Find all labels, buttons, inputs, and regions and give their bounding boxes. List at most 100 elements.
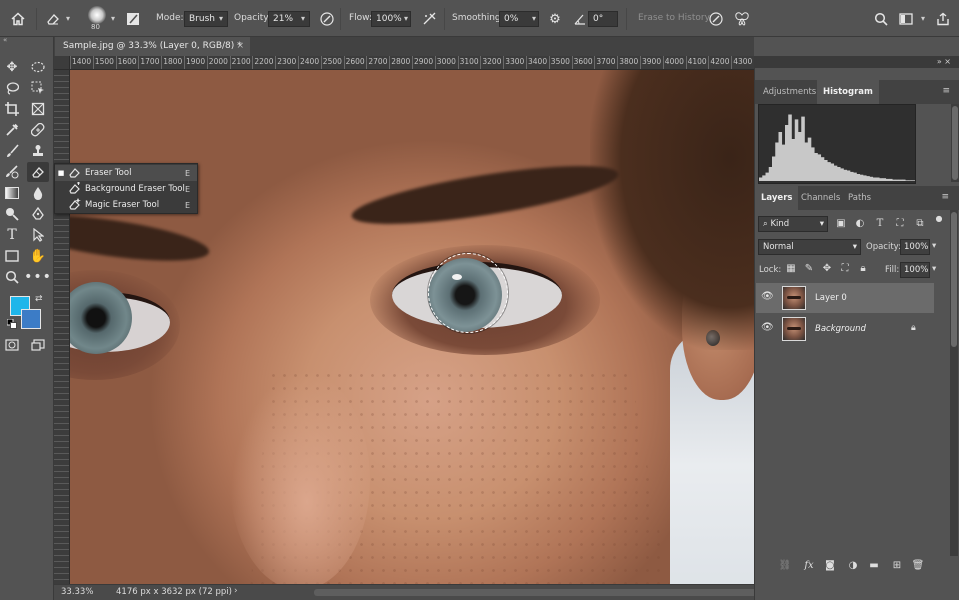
- panel-menu-icon[interactable]: ≡: [941, 192, 949, 202]
- link-layers-icon[interactable]: ⛓: [778, 560, 792, 571]
- layer-filter-select[interactable]: ⌕ Kind ▾: [758, 216, 828, 232]
- object-selection-tool-icon[interactable]: [27, 78, 49, 98]
- default-colors-icon[interactable]: [6, 318, 17, 329]
- blend-mode-select[interactable]: Normal ▾: [758, 239, 861, 255]
- flow-dropdown[interactable]: ▾: [400, 11, 412, 27]
- share-icon[interactable]: [934, 10, 952, 28]
- flyout-item-magic-eraser-tool[interactable]: Magic Eraser Tool E: [55, 197, 197, 213]
- document-tab[interactable]: Sample.jpg @ 33.3% (Layer 0, RGB/8) * ×: [55, 37, 250, 56]
- chevron-down-icon[interactable]: ▾: [932, 241, 936, 251]
- clone-stamp-tool-icon[interactable]: [27, 141, 49, 161]
- filter-toggle-icon[interactable]: ●: [932, 214, 946, 223]
- new-group-icon[interactable]: ▬: [867, 560, 881, 571]
- layer-name[interactable]: Layer 0: [815, 293, 847, 303]
- frame-tool-icon[interactable]: [27, 99, 49, 119]
- smoothing-dropdown[interactable]: ▾: [528, 11, 540, 27]
- histogram-scrollbar[interactable]: [951, 104, 959, 182]
- visibility-eye-icon[interactable]: 👁︎: [761, 322, 774, 333]
- collapse-toolbar-icon[interactable]: «: [0, 37, 54, 44]
- opacity-dropdown[interactable]: ▾: [297, 11, 309, 27]
- crop-tool-icon[interactable]: [1, 99, 23, 119]
- chevron-down-icon[interactable]: ▾: [932, 264, 936, 274]
- brush-tool-icon[interactable]: [1, 141, 23, 161]
- zoom-tool-icon[interactable]: [1, 267, 23, 287]
- path-selection-tool-icon[interactable]: [27, 225, 49, 245]
- background-color-swatch[interactable]: [21, 309, 41, 329]
- move-tool-icon[interactable]: ✥: [1, 57, 23, 77]
- horizontal-ruler[interactable]: 1400 1500 1600 1700 1800 1900 2000 2100 2200 2300…: [70, 56, 754, 70]
- pressure-size-icon[interactable]: [707, 10, 725, 28]
- lock-all-icon[interactable]: 🔒︎: [856, 263, 870, 274]
- lock-transparent-icon[interactable]: ▦: [784, 263, 798, 274]
- lasso-tool-icon[interactable]: [1, 78, 23, 98]
- gear-icon[interactable]: ⚙: [546, 10, 564, 28]
- collapse-panels-icon[interactable]: » ×: [937, 57, 951, 66]
- close-icon[interactable]: ×: [236, 37, 244, 56]
- brush-preview-icon[interactable]: [88, 6, 106, 24]
- layer-opacity-input[interactable]: 100%: [900, 239, 930, 255]
- panel-menu-icon[interactable]: ≡: [942, 86, 950, 96]
- tab-adjustments[interactable]: Adjustments: [757, 80, 822, 104]
- new-layer-icon[interactable]: ⊞: [890, 560, 904, 571]
- history-brush-tool-icon[interactable]: [1, 162, 23, 182]
- layer-name[interactable]: Background: [815, 324, 866, 334]
- lock-artboard-icon[interactable]: ⛶: [838, 263, 852, 274]
- layer-row-layer-0[interactable]: 👁︎ Layer 0: [756, 283, 934, 313]
- layer-style-fx-icon[interactable]: fx: [802, 560, 816, 571]
- eraser-tool-icon[interactable]: [27, 162, 49, 182]
- adjustment-layer-icon[interactable]: ◑: [846, 560, 860, 571]
- eyedropper-tool-icon[interactable]: [1, 120, 23, 140]
- dodge-tool-icon[interactable]: [1, 204, 23, 224]
- zoom-level[interactable]: 33.33%: [61, 587, 93, 597]
- type-tool-icon[interactable]: T: [1, 225, 23, 245]
- delete-layer-icon[interactable]: 🗑︎: [911, 560, 925, 571]
- brush-settings-icon[interactable]: [124, 10, 142, 28]
- symmetry-butterfly-icon[interactable]: [733, 10, 751, 28]
- filter-adjustment-icon[interactable]: ◐: [853, 218, 867, 229]
- marquee-tool-icon[interactable]: [27, 57, 49, 77]
- quick-mask-icon[interactable]: [1, 335, 23, 355]
- brush-picker-dropdown[interactable]: ▾: [107, 11, 119, 27]
- screen-mode-icon[interactable]: [27, 335, 49, 355]
- vertical-ruler[interactable]: [54, 70, 70, 584]
- filter-pixel-icon[interactable]: ▣: [834, 218, 848, 229]
- eraser-tool-preset-icon[interactable]: [44, 10, 62, 28]
- flyout-item-background-eraser-tool[interactable]: Background Eraser Tool E: [55, 181, 197, 197]
- filter-type-icon[interactable]: T: [873, 218, 887, 229]
- layer-fill-input[interactable]: 100%: [900, 262, 930, 278]
- lock-image-icon[interactable]: ✎: [802, 263, 816, 274]
- ruler-origin[interactable]: [54, 56, 70, 70]
- lock-position-icon[interactable]: ✥: [820, 263, 834, 274]
- blur-tool-icon[interactable]: [27, 183, 49, 203]
- tab-histogram[interactable]: Histogram: [817, 80, 879, 104]
- tab-layers[interactable]: Layers: [755, 186, 799, 210]
- search-icon[interactable]: [872, 10, 890, 28]
- workspace-dropdown[interactable]: ▾: [917, 11, 929, 27]
- flyout-item-eraser-tool[interactable]: ■ Eraser Tool E: [55, 165, 197, 181]
- hand-tool-icon[interactable]: ✋: [27, 246, 49, 266]
- gradient-tool-icon[interactable]: [1, 183, 23, 203]
- tool-preset-dropdown[interactable]: ▾: [62, 11, 74, 27]
- status-menu-arrow[interactable]: ›: [234, 586, 238, 596]
- tab-paths[interactable]: Paths: [842, 186, 877, 210]
- home-icon[interactable]: [9, 10, 27, 28]
- airbrush-icon[interactable]: [421, 10, 439, 28]
- more-tools-icon[interactable]: •••: [24, 267, 51, 287]
- tab-channels[interactable]: Channels: [795, 186, 846, 210]
- healing-brush-tool-icon[interactable]: [27, 120, 49, 140]
- image-canvas[interactable]: [70, 70, 754, 584]
- filter-shape-icon[interactable]: ⛶: [893, 218, 907, 229]
- workspace-icon[interactable]: [897, 10, 915, 28]
- layer-row-background[interactable]: 👁︎ Background 🔒︎: [756, 314, 934, 344]
- angle-input[interactable]: 0°: [588, 11, 618, 27]
- filter-smart-object-icon[interactable]: ⧉: [913, 218, 927, 229]
- rectangle-tool-icon[interactable]: [1, 246, 23, 266]
- pressure-opacity-icon[interactable]: [318, 10, 336, 28]
- pen-tool-icon[interactable]: [27, 204, 49, 224]
- add-mask-icon[interactable]: ◙: [823, 560, 837, 571]
- swap-colors-icon[interactable]: ⇄: [35, 294, 43, 304]
- visibility-eye-icon[interactable]: 👁︎: [761, 291, 774, 302]
- erase-to-history-label[interactable]: Erase to History: [638, 13, 710, 23]
- horizontal-scrollbar[interactable]: [314, 589, 794, 596]
- layers-scrollbar[interactable]: [950, 210, 958, 556]
